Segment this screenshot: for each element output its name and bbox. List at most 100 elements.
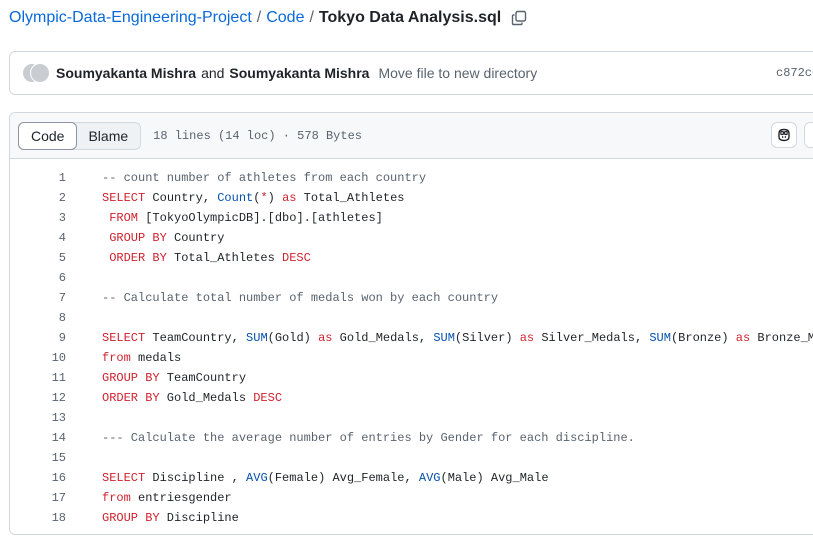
copy-icon[interactable]	[511, 10, 527, 26]
breadcrumb-file-name: Tokyo Data Analysis.sql	[318, 9, 502, 26]
line-number[interactable]: 1	[10, 168, 66, 188]
code-keyword: GROUP BY	[102, 511, 160, 525]
tab-blame[interactable]: Blame	[76, 123, 140, 149]
line-content: FROM [TokyoOlympicDB].[dbo].[athletes]	[102, 208, 383, 228]
line-number[interactable]: 10	[10, 348, 66, 368]
commit-author-link[interactable]: Soumyakanta Mishra	[56, 65, 196, 81]
line-content: SELECT Country, Count(*) as Total_Athlet…	[102, 188, 405, 208]
author-avatars[interactable]	[22, 62, 56, 84]
code-text: Bronze_Medals	[757, 331, 813, 345]
code-text: [TokyoOlympicDB].[dbo].[athletes]	[138, 211, 383, 225]
line-content: -- Calculate total number of medals won …	[102, 288, 498, 308]
line-number[interactable]: 3	[10, 208, 66, 228]
code-line: 12 ORDER BY Gold_Medals DESC	[10, 388, 813, 408]
code-keyword: ORDER BY	[109, 251, 167, 265]
code-line: 4 GROUP BY Country	[10, 228, 813, 248]
code-comment: --- Calculate the average number of entr…	[102, 431, 635, 445]
code-line: 18 GROUP BY Discipline	[10, 508, 813, 528]
code-line: 16 SELECT Discipline , AVG(Female) Avg_Fe…	[10, 468, 813, 488]
line-number[interactable]: 11	[10, 368, 66, 388]
line-number[interactable]: 8	[10, 308, 66, 328]
code-view: 1 -- count number of athletes from each c…	[10, 159, 813, 528]
code-text: (Silver)	[454, 331, 520, 345]
code-text: Discipline ,	[145, 471, 247, 485]
line-content: SELECT Discipline , AVG(Female) Avg_Fema…	[102, 468, 549, 488]
code-keyword: ORDER BY	[102, 391, 160, 405]
line-number[interactable]: 15	[10, 448, 66, 468]
breadcrumb-folder-link[interactable]: Code	[266, 8, 304, 28]
code-keyword: from	[102, 491, 131, 505]
breadcrumb-repo-link[interactable]: Olympic-Data-Engineering-Project	[9, 8, 252, 28]
line-number[interactable]: 2	[10, 188, 66, 208]
line-number[interactable]: 5	[10, 248, 66, 268]
code-text: (Bronze)	[670, 331, 736, 345]
line-number[interactable]: 12	[10, 388, 66, 408]
code-line: 14 --- Calculate the average number of en…	[10, 428, 813, 448]
tab-code[interactable]: Code	[18, 121, 78, 150]
code-line: 13	[10, 408, 813, 428]
code-text: Gold_Medals,	[332, 331, 434, 345]
code-text: medals	[130, 351, 182, 365]
code-line: 5 ORDER BY Total_Athletes DESC	[10, 248, 813, 268]
code-text: Total_Athletes	[296, 191, 405, 205]
line-content: GROUP BY Discipline	[102, 508, 239, 528]
line-content: GROUP BY TeamCountry	[102, 368, 246, 388]
code-line: 10 from medals	[10, 348, 813, 368]
code-text: TeamCountry	[159, 371, 247, 385]
code-keyword: SELECT	[102, 191, 146, 205]
view-mode-toggle: Code Blame	[18, 121, 142, 150]
code-function: SUM	[649, 331, 671, 345]
line-number[interactable]: 13	[10, 408, 66, 428]
code-function: AVG	[246, 471, 268, 485]
commit-message-link[interactable]: Move file to new directory	[378, 65, 537, 81]
line-number[interactable]: 7	[10, 288, 66, 308]
line-content: ORDER BY Gold_Medals DESC	[102, 388, 282, 408]
line-number[interactable]: 4	[10, 228, 66, 248]
line-number[interactable]: 14	[10, 428, 66, 448]
avatar[interactable]	[30, 63, 50, 83]
line-content: from medals	[102, 348, 181, 368]
code-text: (Gold)	[267, 331, 319, 345]
code-keyword: as	[519, 331, 535, 345]
commit-coauthor-link[interactable]: Soumyakanta Mishra	[229, 65, 369, 81]
code-keyword: GROUP BY	[102, 371, 160, 385]
code-keyword: SELECT	[102, 331, 146, 345]
code-line: 11 GROUP BY TeamCountry	[10, 368, 813, 388]
line-number[interactable]: 18	[10, 508, 66, 528]
code-text: entriesgender	[130, 491, 232, 505]
line-number[interactable]: 9	[10, 328, 66, 348]
file-header: Code Blame 18 lines (14 loc) · 578 Bytes	[10, 113, 813, 159]
copilot-icon[interactable]	[771, 122, 797, 148]
line-number[interactable]: 16	[10, 468, 66, 488]
file-meta-info: 18 lines (14 loc) · 578 Bytes	[153, 128, 362, 143]
code-text: (Male) Avg_Male	[440, 471, 549, 485]
code-line: 17 from entriesgender	[10, 488, 813, 508]
commit-sha-link[interactable]: c872ce	[776, 66, 813, 80]
line-number[interactable]: 6	[10, 268, 66, 288]
code-line: 3 FROM [TokyoOlympicDB].[dbo].[athletes]	[10, 208, 813, 228]
code-text: Gold_Medals	[159, 391, 254, 405]
code-keyword: *	[260, 191, 268, 205]
code-line: 15	[10, 448, 813, 468]
line-content: -- count number of athletes from each co…	[102, 168, 426, 188]
line-content: --- Calculate the average number of entr…	[102, 428, 635, 448]
code-keyword: DESC	[253, 391, 283, 405]
code-line: 7 -- Calculate total number of medals won…	[10, 288, 813, 308]
raw-button[interactable]	[804, 122, 813, 148]
code-text: (Female) Avg_Female,	[267, 471, 419, 485]
code-text: Total_Athletes	[166, 251, 283, 265]
code-text: Silver_Medals,	[534, 331, 650, 345]
code-line: 2 SELECT Country, Count(*) as Total_Athle…	[10, 188, 813, 208]
code-function: SUM	[246, 331, 268, 345]
code-comment: -- count number of athletes from each co…	[102, 171, 427, 185]
line-number[interactable]: 17	[10, 488, 66, 508]
code-line: 1 -- count number of athletes from each c…	[10, 168, 813, 188]
line-content: GROUP BY Country	[102, 228, 224, 248]
code-keyword: as	[282, 191, 297, 205]
code-keyword: GROUP BY	[109, 231, 167, 245]
commit-author-conjunction: and	[201, 65, 225, 81]
code-keyword: as	[735, 331, 751, 345]
code-function: SUM	[433, 331, 455, 345]
breadcrumb-separator: /	[309, 9, 314, 26]
line-content: ORDER BY Total_Athletes DESC	[102, 248, 311, 268]
